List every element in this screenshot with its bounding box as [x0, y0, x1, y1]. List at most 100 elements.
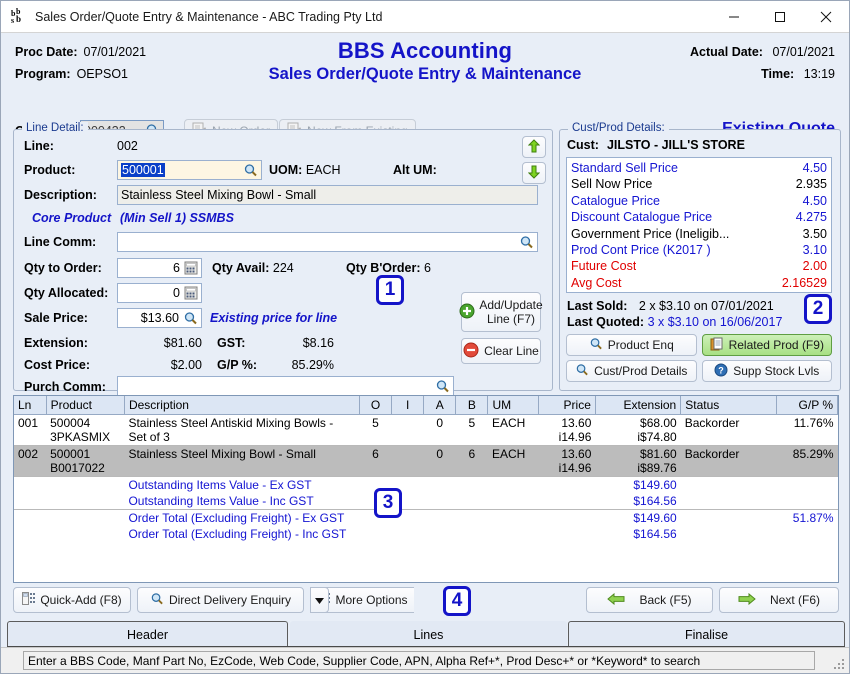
core-product-label: Core Product: [32, 211, 111, 225]
cost-price-value: $2.00: [171, 358, 202, 372]
column-header[interactable]: G/P %: [776, 396, 837, 415]
column-header[interactable]: I: [392, 396, 424, 415]
search-icon[interactable]: [435, 379, 450, 394]
column-header[interactable]: Ln: [14, 396, 46, 415]
price-list-item[interactable]: Catalogue Price4.50: [571, 193, 827, 209]
table-cell: 85.29%: [776, 446, 837, 477]
price-list-item[interactable]: Standard Sell Price4.50: [571, 160, 827, 176]
customer-line: Cust:JILSTO - JILL'S STORE: [567, 138, 745, 152]
product-input[interactable]: 500001: [117, 160, 262, 180]
purch-comm-input[interactable]: [117, 376, 454, 396]
table-cell: 0: [424, 446, 456, 477]
totals-label: Order Total (Excluding Freight) - Inc GS…: [124, 526, 538, 542]
related-prod-button[interactable]: Related Prod (F9): [702, 334, 833, 356]
direct-delivery-enquiry-button[interactable]: Direct Delivery Enquiry: [137, 587, 304, 613]
add-update-line-button[interactable]: Add/Update Line (F7): [461, 292, 541, 332]
column-header[interactable]: O: [359, 396, 391, 415]
table-cell: 5000043PKASMIX: [46, 415, 124, 446]
qty-allocated-input[interactable]: 0: [117, 283, 202, 303]
price-list[interactable]: Standard Sell Price4.50Sell Now Price2.9…: [566, 157, 832, 293]
arrow-left-icon: [607, 593, 625, 608]
table-row[interactable]: 001 5000043PKASMIXStainless Steel Antisk…: [14, 415, 838, 446]
clear-line-button[interactable]: Clear Line: [461, 338, 541, 364]
table-row[interactable]: 002 500001B0017022Stainless Steel Mixing…: [14, 446, 838, 477]
price-list-item[interactable]: Government Price (Ineligib...3.50: [571, 226, 827, 242]
callout-badge-1: 1: [376, 275, 404, 305]
move-line-up-button[interactable]: [522, 136, 546, 158]
cust-prod-buttons: Product Enq Related Prod (F9) Cust/Prod …: [566, 334, 832, 386]
price-list-item[interactable]: Sell Now Price2.935: [571, 176, 827, 192]
quick-add-button[interactable]: Quick-Add (F8): [13, 587, 131, 613]
table-cell: 001: [14, 415, 46, 446]
tab-header[interactable]: Header: [7, 621, 288, 647]
column-header[interactable]: Price: [538, 396, 595, 415]
price-list-item[interactable]: Discount Catalogue Price4.275: [571, 209, 827, 225]
table-cell: Backorder: [681, 446, 776, 477]
totals-spacer: [14, 477, 124, 494]
qty-order-input[interactable]: 6: [117, 258, 202, 278]
uom-label: UOM:: [269, 163, 302, 177]
uom-value: EACH: [306, 163, 341, 177]
price-list-item-name: Standard Sell Price: [571, 160, 678, 176]
cust-prod-details-label: Cust/Prod Details: [594, 364, 687, 378]
totals-spacer: [538, 477, 595, 494]
tab-lines[interactable]: Lines: [290, 621, 567, 648]
next-button[interactable]: Next (F6): [719, 587, 839, 613]
price-list-item[interactable]: Future Cost2.00: [571, 258, 827, 274]
next-label: Next (F6): [770, 593, 820, 607]
order-lines-grid[interactable]: LnProductDescriptionOIABUMPriceExtension…: [13, 395, 839, 583]
price-list-item-value: 4.275: [788, 209, 827, 225]
description-input[interactable]: Stainless Steel Mixing Bowl - Small: [117, 185, 538, 205]
column-header[interactable]: A: [424, 396, 456, 415]
qty-order-label: Qty to Order:: [24, 261, 102, 275]
direct-delivery-label: Direct Delivery Enquiry: [169, 593, 291, 607]
description-value: Stainless Steel Mixing Bowl - Small: [121, 188, 316, 202]
search-icon[interactable]: [183, 311, 198, 326]
close-icon[interactable]: [803, 1, 849, 33]
bbs-logo-icon: b b s b: [10, 8, 27, 25]
column-header[interactable]: Extension: [595, 396, 680, 415]
callout-badge-4: 4: [443, 586, 471, 616]
more-options-label: More Options: [335, 593, 407, 607]
calculator-icon[interactable]: [184, 286, 198, 300]
column-header[interactable]: Status: [681, 396, 776, 415]
price-list-item[interactable]: Avg Cost2.16529: [571, 275, 827, 291]
table-cell: $68.00i$74.80: [595, 415, 680, 446]
more-options-dropdown-button[interactable]: [310, 587, 329, 613]
column-header[interactable]: Product: [46, 396, 124, 415]
quick-add-label: Quick-Add (F8): [40, 593, 121, 607]
column-header[interactable]: Description: [124, 396, 359, 415]
gst-value: $8.16: [303, 336, 334, 350]
column-header[interactable]: B: [456, 396, 488, 415]
back-button[interactable]: Back (F5): [586, 587, 713, 613]
search-hint-field[interactable]: Enter a BBS Code, Manf Part No, EzCode, …: [23, 651, 815, 670]
search-icon[interactable]: [243, 163, 258, 178]
callout-badge-3: 3: [374, 488, 402, 518]
price-list-item-value: 3.50: [795, 226, 827, 242]
totals-spacer: [538, 510, 595, 527]
totals-label: Outstanding Items Value - Ex GST: [124, 477, 538, 494]
line-comm-input[interactable]: [117, 232, 538, 252]
last-quoted-label: Last Quoted:: [567, 315, 644, 329]
supp-stock-lvls-button[interactable]: ? Supp Stock Lvls: [702, 360, 833, 382]
sale-price-input[interactable]: $13.60: [117, 308, 202, 328]
resize-grip[interactable]: [834, 659, 846, 671]
price-list-item[interactable]: Prod Cont Price (K2017 )3.10: [571, 242, 827, 258]
column-header[interactable]: UM: [488, 396, 538, 415]
sale-price-note: Existing price for line: [210, 311, 337, 325]
sale-price-label: Sale Price:: [24, 311, 88, 325]
svg-text:?: ?: [718, 365, 724, 375]
proc-date-label: Proc Date:: [15, 41, 78, 63]
table-cell: 5: [359, 415, 391, 446]
gp-percent-value: 85.29%: [292, 358, 334, 372]
minimize-icon[interactable]: [711, 1, 757, 33]
maximize-icon[interactable]: [757, 1, 803, 33]
tab-finalise[interactable]: Finalise: [568, 621, 845, 647]
plus-circle-icon: [459, 303, 475, 322]
product-enq-button[interactable]: Product Enq: [566, 334, 697, 356]
cust-prod-details-button[interactable]: Cust/Prod Details: [566, 360, 697, 382]
move-line-down-button[interactable]: [522, 162, 546, 184]
calculator-icon[interactable]: [184, 261, 198, 275]
search-icon[interactable]: [519, 235, 534, 250]
last-quoted-value: 3 x $3.10 on 16/06/2017: [648, 315, 783, 329]
